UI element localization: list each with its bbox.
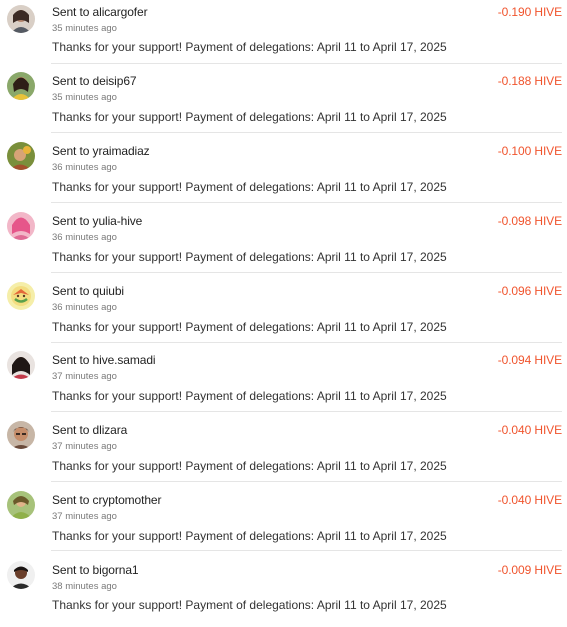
transaction-row[interactable]: Sent to cryptomother 37 minutes ago Than… [0, 489, 567, 557]
transaction-row[interactable]: Sent to hive.samadi 37 minutes ago Thank… [0, 349, 567, 417]
transaction-row[interactable]: Sent to quiubi 36 minutes ago Thanks for… [0, 280, 567, 348]
transaction-time: 37 minutes ago [52, 441, 117, 452]
transaction-row[interactable]: Sent to deisip67 35 minutes ago Thanks f… [0, 70, 567, 138]
avatar[interactable] [7, 282, 35, 310]
transaction-title: Sent to alicargofer [52, 5, 148, 19]
transaction-row[interactable]: Sent to yulia-hive 36 minutes ago Thanks… [0, 210, 567, 278]
transaction-memo: Thanks for your support! Payment of dele… [52, 598, 447, 612]
avatar[interactable] [7, 212, 35, 240]
divider [51, 342, 562, 343]
transaction-time: 36 minutes ago [52, 232, 117, 243]
transaction-title: Sent to quiubi [52, 284, 124, 298]
transaction-title: Sent to cryptomother [52, 493, 162, 507]
transaction-amount: -0.040 HIVE [497, 493, 562, 507]
transaction-memo: Thanks for your support! Payment of dele… [52, 459, 447, 473]
transaction-time: 37 minutes ago [52, 371, 117, 382]
avatar[interactable] [7, 421, 35, 449]
transaction-list: Sent to alicargofer 35 minutes ago Thank… [0, 0, 567, 615]
transaction-time: 35 minutes ago [52, 23, 117, 34]
divider [51, 272, 562, 273]
transaction-memo: Thanks for your support! Payment of dele… [52, 320, 447, 334]
transaction-time: 36 minutes ago [52, 162, 117, 173]
avatar[interactable] [7, 561, 35, 589]
transaction-amount: -0.096 HIVE [497, 284, 562, 298]
avatar[interactable] [7, 72, 35, 100]
divider [51, 63, 562, 64]
transaction-amount: -0.094 HIVE [497, 353, 562, 367]
transaction-time: 37 minutes ago [52, 511, 117, 522]
transaction-row[interactable]: Sent to bigorna1 38 minutes ago Thanks f… [0, 559, 567, 627]
transaction-title: Sent to bigorna1 [52, 563, 139, 577]
transaction-title: Sent to dlizara [52, 423, 128, 437]
transaction-title: Sent to yulia-hive [52, 214, 143, 228]
transaction-memo: Thanks for your support! Payment of dele… [52, 40, 447, 54]
avatar[interactable] [7, 351, 35, 379]
divider [51, 411, 562, 412]
avatar[interactable] [7, 5, 35, 33]
transaction-memo: Thanks for your support! Payment of dele… [52, 180, 447, 194]
divider [51, 481, 562, 482]
transaction-title: Sent to yraimadiaz [52, 144, 150, 158]
transaction-row[interactable]: Sent to dlizara 37 minutes ago Thanks fo… [0, 419, 567, 487]
transaction-amount: -0.100 HIVE [497, 144, 562, 158]
transaction-amount: -0.098 HIVE [497, 214, 562, 228]
transaction-amount: -0.009 HIVE [497, 563, 562, 577]
transaction-amount: -0.188 HIVE [497, 74, 562, 88]
transaction-time: 36 minutes ago [52, 302, 117, 313]
transaction-row[interactable]: Sent to yraimadiaz 36 minutes ago Thanks… [0, 140, 567, 208]
divider [51, 202, 562, 203]
transaction-amount: -0.040 HIVE [497, 423, 562, 437]
transaction-memo: Thanks for your support! Payment of dele… [52, 389, 447, 403]
transaction-memo: Thanks for your support! Payment of dele… [52, 529, 447, 543]
transaction-memo: Thanks for your support! Payment of dele… [52, 110, 447, 124]
transaction-time: 35 minutes ago [52, 92, 117, 103]
transaction-title: Sent to hive.samadi [52, 353, 156, 367]
divider [51, 132, 562, 133]
avatar[interactable] [7, 142, 35, 170]
transaction-amount: -0.190 HIVE [497, 5, 562, 19]
divider [51, 550, 562, 551]
transaction-memo: Thanks for your support! Payment of dele… [52, 250, 447, 264]
transaction-time: 38 minutes ago [52, 581, 117, 592]
transaction-row[interactable]: Sent to alicargofer 35 minutes ago Thank… [0, 0, 567, 68]
transaction-title: Sent to deisip67 [52, 74, 137, 88]
avatar[interactable] [7, 491, 35, 519]
